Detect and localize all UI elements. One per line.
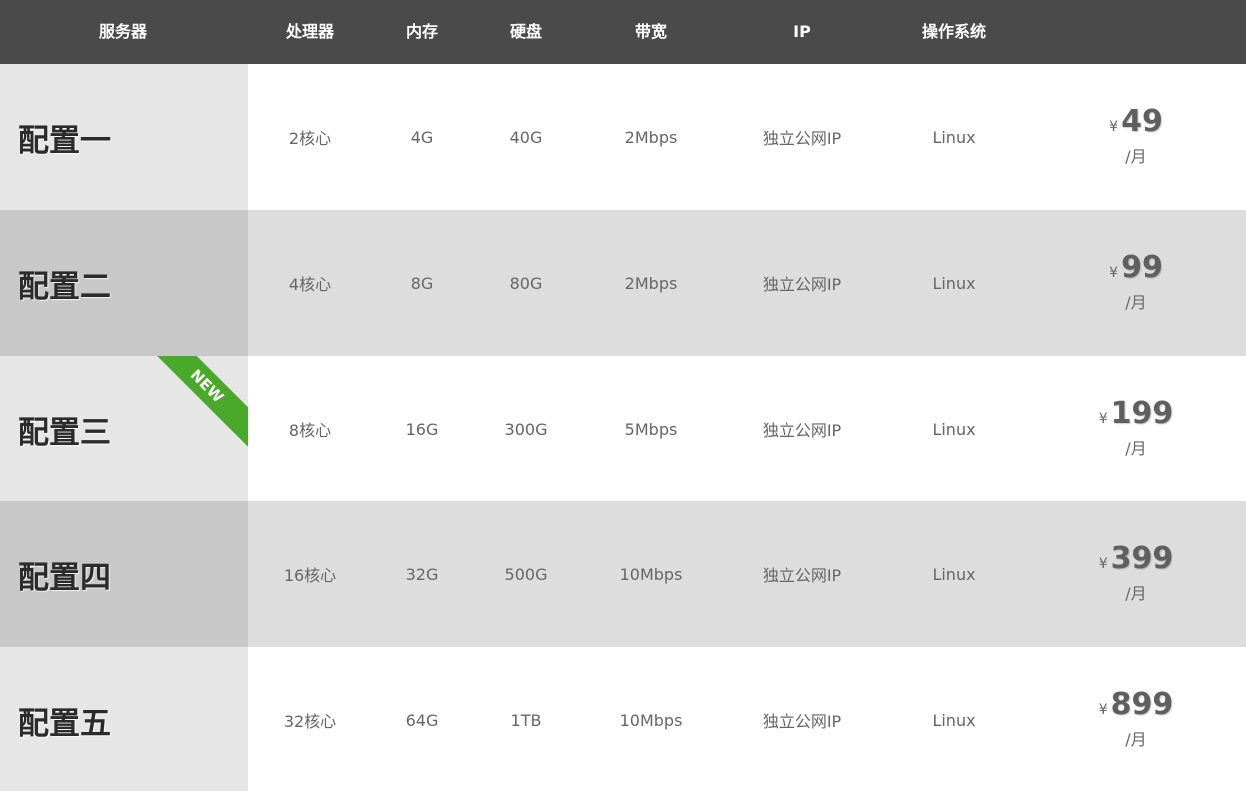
os-cell: Linux	[932, 564, 976, 584]
cpu-cell: 4核心	[288, 275, 332, 294]
table-row: 配置四 16核心 32G 500G 10Mbps 独立公网IP Linux ¥ …	[0, 501, 1246, 647]
config-name-cell: 配置三 NEW	[0, 356, 248, 502]
bandwidth-cell: 2Mbps	[624, 127, 678, 147]
config-name-cell: 配置二	[0, 210, 248, 356]
bandwidth-cell: 10Mbps	[619, 710, 683, 730]
bandwidth-cell: 2Mbps	[624, 273, 678, 293]
currency-symbol: ¥	[1098, 556, 1108, 572]
table-row: 配置一 2核心 4G 40G 2Mbps 独立公网IP Linux ¥ 49 /…	[0, 64, 1246, 210]
ram-cell: 64G	[405, 710, 439, 730]
cpu-cell: 32核心	[283, 712, 337, 731]
header-ram: 内存	[405, 22, 439, 41]
header-bandwidth: 带宽	[634, 22, 668, 41]
disk-cell: 500G	[504, 564, 548, 584]
header-os: 操作系统	[921, 22, 987, 41]
table-row: 配置五 32核心 64G 1TB 10Mbps 独立公网IP Linux ¥ 8…	[0, 647, 1246, 791]
ram-cell: 4G	[410, 127, 434, 147]
disk-cell: 80G	[509, 273, 543, 293]
currency-symbol: ¥	[1109, 119, 1119, 135]
price-cell: ¥ 99 /月	[1109, 210, 1163, 356]
table-row: 配置二 4核心 8G 80G 2Mbps 独立公网IP Linux ¥ 99 /…	[0, 210, 1246, 356]
config-name-cell: 配置四	[0, 501, 248, 647]
cpu-cell: 16核心	[283, 566, 337, 585]
price-period: /月	[1125, 293, 1147, 312]
price-amount: 99	[1121, 250, 1163, 285]
bandwidth-cell: 10Mbps	[619, 564, 683, 584]
price-amount: 199	[1110, 396, 1174, 431]
os-cell: Linux	[932, 273, 976, 293]
table-header: 服务器 处理器 内存 硬盘 带宽 IP 操作系统	[0, 0, 1246, 64]
new-badge: NEW	[144, 356, 248, 449]
config-name-cell: 配置五	[0, 647, 248, 791]
currency-symbol: ¥	[1098, 702, 1108, 718]
price-cell: ¥ 199 /月	[1099, 356, 1174, 502]
ip-cell: 独立公网IP	[762, 129, 842, 148]
disk-cell: 1TB	[510, 710, 542, 730]
ip-cell: 独立公网IP	[762, 421, 842, 440]
config-name: 配置四	[18, 559, 111, 596]
price-period: /月	[1125, 730, 1147, 749]
os-cell: Linux	[932, 127, 976, 147]
config-name: 配置二	[18, 268, 111, 305]
disk-cell: 40G	[509, 127, 543, 147]
config-name: 配置一	[18, 122, 111, 159]
price-amount: 899	[1110, 687, 1174, 722]
currency-symbol: ¥	[1109, 265, 1119, 281]
price-amount: 49	[1121, 104, 1163, 139]
table-row: 配置三 NEW 8核心 16G 300G 5Mbps 独立公网IP Linux …	[0, 356, 1246, 502]
header-disk: 硬盘	[509, 22, 543, 41]
config-name: 配置三	[18, 414, 111, 451]
config-name-cell: 配置一	[0, 64, 248, 210]
cpu-cell: 8核心	[288, 421, 332, 440]
price-cell: ¥ 899 /月	[1099, 647, 1174, 791]
price-period: /月	[1125, 439, 1147, 458]
ram-cell: 32G	[405, 564, 439, 584]
price-amount: 399	[1110, 541, 1174, 576]
ip-cell: 独立公网IP	[762, 712, 842, 731]
cpu-cell: 2核心	[288, 129, 332, 148]
config-name: 配置五	[18, 705, 111, 742]
ram-cell: 8G	[410, 273, 434, 293]
ip-cell: 独立公网IP	[762, 566, 842, 585]
ram-cell: 16G	[405, 419, 439, 439]
bandwidth-cell: 5Mbps	[624, 419, 678, 439]
header-ip: IP	[793, 22, 811, 41]
disk-cell: 300G	[504, 419, 548, 439]
price-period: /月	[1125, 584, 1147, 603]
os-cell: Linux	[932, 419, 976, 439]
pricing-table: 服务器 处理器 内存 硬盘 带宽 IP 操作系统 配置一 2核心 4G 40G …	[0, 0, 1246, 791]
header-server: 服务器	[98, 22, 148, 41]
ip-cell: 独立公网IP	[762, 275, 842, 294]
price-cell: ¥ 399 /月	[1099, 501, 1174, 647]
price-period: /月	[1125, 147, 1147, 166]
price-cell: ¥ 49 /月	[1109, 64, 1163, 210]
header-cpu: 处理器	[285, 22, 335, 41]
os-cell: Linux	[932, 710, 976, 730]
currency-symbol: ¥	[1098, 411, 1108, 427]
